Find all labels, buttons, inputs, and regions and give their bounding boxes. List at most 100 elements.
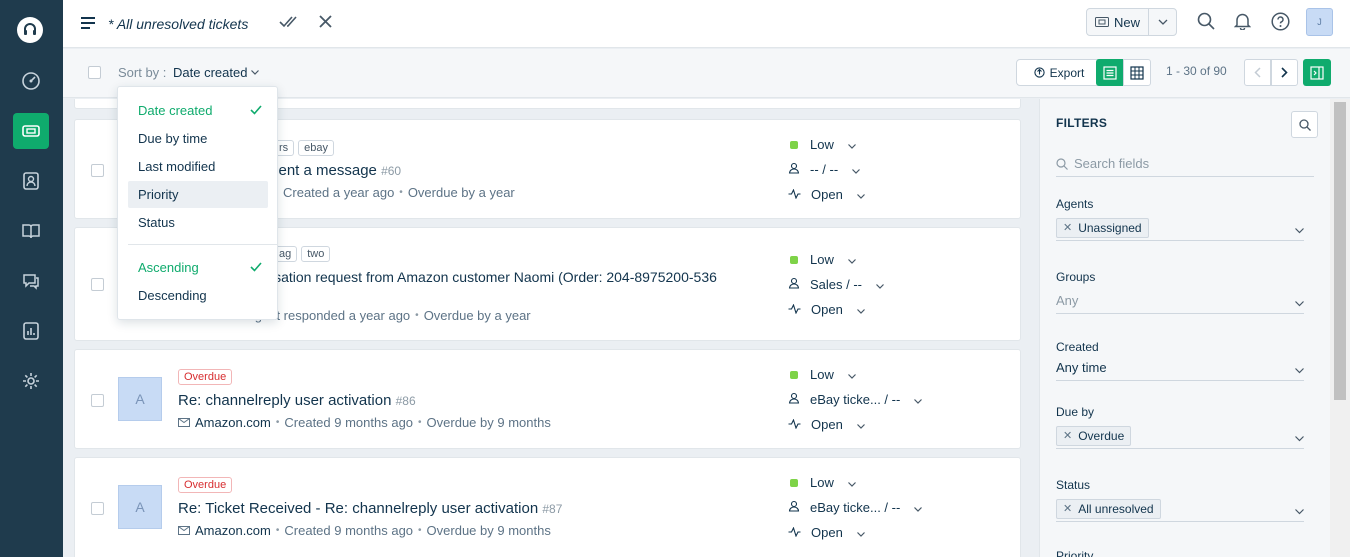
sort-option-date-created[interactable]: Date created (128, 97, 268, 124)
ticket-tag[interactable]: two (301, 246, 331, 262)
ticket-checkbox[interactable] (91, 502, 104, 515)
status-dropdown[interactable]: Open (788, 520, 922, 545)
dueby-filter[interactable]: ✕ Overdue (1056, 423, 1304, 449)
ticket-subject-text: Re: Ticket Received - Re: channelreply u… (178, 500, 539, 517)
sort-dropdown[interactable]: Date created (173, 65, 260, 80)
status-filter[interactable]: ✕ All unresolved (1056, 496, 1304, 522)
ticket-number: #87 (542, 502, 563, 516)
search-icon (1056, 157, 1068, 170)
prev-page-button[interactable] (1244, 59, 1271, 86)
remove-icon[interactable]: ✕ (1063, 429, 1072, 442)
chevron-down-icon[interactable] (1149, 19, 1176, 25)
ticket-card[interactable]: A Overdue Re: Ticket Received - Re: chan… (74, 457, 1021, 557)
status-dropdown[interactable]: Open (788, 297, 884, 322)
pagination-text: 1 - 30 of 90 (1166, 64, 1227, 78)
menu-divider (128, 244, 278, 245)
dashboard-icon[interactable] (13, 63, 49, 99)
user-avatar[interactable]: J (1306, 8, 1333, 36)
forums-icon[interactable] (13, 263, 49, 299)
settings-icon[interactable] (13, 363, 49, 399)
chevron-down-icon (856, 417, 865, 432)
double-check-icon[interactable] (279, 15, 297, 32)
ticket-checkbox[interactable] (91, 164, 104, 177)
knowledge-base-icon[interactable] (13, 213, 49, 249)
priority-dropdown[interactable]: Low (788, 470, 922, 495)
chevron-down-icon (1295, 295, 1304, 310)
assignee-dropdown[interactable]: Sales / -- (788, 272, 884, 297)
status-chip-label: All unresolved (1078, 501, 1154, 516)
export-button[interactable]: Export (1016, 59, 1102, 86)
sort-option-last-modified[interactable]: Last modified (128, 153, 268, 180)
remove-icon[interactable]: ✕ (1063, 221, 1072, 234)
ticket-number: #60 (381, 164, 402, 178)
card-view-button[interactable] (1096, 59, 1124, 86)
priority-dropdown[interactable]: Low (788, 132, 865, 157)
sort-menu: Date created Due by time Last modified P… (117, 86, 278, 320)
top-header: * All unresolved tickets New J (63, 0, 1350, 48)
next-page-button[interactable] (1271, 59, 1298, 86)
ticket-card[interactable]: A Overdue Re: channelreply user activati… (74, 349, 1021, 449)
menu-icon[interactable] (81, 16, 97, 33)
table-view-button[interactable] (1123, 59, 1151, 86)
sort-order-descending[interactable]: Descending (128, 282, 268, 309)
agents-chip[interactable]: ✕ Unassigned (1056, 217, 1149, 238)
freshdesk-logo-icon[interactable] (17, 17, 43, 43)
sort-order-ascending[interactable]: Ascending (128, 254, 268, 281)
priority-dropdown[interactable]: Low (788, 362, 922, 387)
groups-value: Any (1056, 293, 1079, 308)
ticket-subject[interactable]: Re: Ticket Received - Re: channelreply u… (178, 500, 562, 517)
sort-option-due-by-time[interactable]: Due by time (128, 125, 268, 152)
view-title[interactable]: * All unresolved tickets (108, 16, 248, 32)
requester-avatar[interactable]: A (118, 485, 162, 529)
ticket-meta: Amazon.com • Created 9 months ago • Over… (178, 523, 551, 538)
notification-bell-icon[interactable] (1233, 12, 1252, 33)
status-icon (788, 417, 801, 432)
toggle-filter-panel-button[interactable] (1303, 59, 1331, 86)
status-label: Status (1056, 478, 1091, 492)
ticket-subject[interactable]: Re: channelreply user activation #86 (178, 392, 416, 409)
mail-icon (178, 523, 190, 538)
select-all-checkbox[interactable] (88, 66, 101, 79)
reports-icon[interactable] (13, 313, 49, 349)
sort-option-priority[interactable]: Priority (128, 181, 268, 208)
overdue-badge: Overdue (178, 477, 233, 493)
assignee-dropdown[interactable]: eBay ticke... / -- (788, 387, 923, 412)
search-fields-input[interactable]: Search fields (1056, 151, 1314, 177)
requester-avatar[interactable]: A (118, 377, 162, 421)
agents-filter[interactable]: ✕ Unassigned (1056, 215, 1304, 241)
agent-icon (788, 162, 800, 177)
scrollbar-thumb[interactable] (1334, 102, 1346, 400)
sort-option-label: Date created (138, 103, 213, 118)
assignee-value: Sales / -- (810, 277, 863, 292)
status-chip[interactable]: ✕ All unresolved (1056, 498, 1161, 519)
dueby-chip[interactable]: ✕ Overdue (1056, 425, 1132, 446)
new-button[interactable]: New (1086, 8, 1177, 36)
contacts-icon[interactable] (13, 163, 49, 199)
help-icon[interactable] (1271, 12, 1290, 34)
sort-option-status[interactable]: Status (128, 209, 268, 236)
priority-dropdown[interactable]: Low (788, 247, 884, 272)
remove-icon[interactable]: ✕ (1063, 502, 1072, 515)
search-icon[interactable] (1197, 12, 1215, 33)
chevron-right-icon (1281, 67, 1288, 78)
ticket-subject[interactable]: sent a message #60 (271, 162, 401, 179)
assignee-value: -- / -- (810, 162, 839, 177)
panel-collapse-icon (1310, 65, 1324, 80)
ticket-requester[interactable]: Amazon.com (195, 523, 271, 538)
ticket-checkbox[interactable] (91, 278, 104, 291)
ticket-tag[interactable]: ebay (298, 140, 335, 156)
search-icon (1298, 118, 1311, 131)
ticket-requester[interactable]: Amazon.com (195, 415, 271, 430)
ticket-subject[interactable]: isation request from Amazon customer Nao… (271, 269, 717, 285)
ticket-checkbox[interactable] (91, 394, 104, 407)
status-dropdown[interactable]: Open (788, 412, 922, 437)
check-icon (250, 260, 262, 275)
assignee-dropdown[interactable]: eBay ticke... / -- (788, 495, 923, 520)
filter-search-button[interactable] (1291, 111, 1318, 138)
tickets-icon[interactable] (13, 113, 49, 149)
groups-filter[interactable]: Any (1056, 288, 1304, 314)
status-dropdown[interactable]: Open (788, 182, 865, 207)
close-icon[interactable] (319, 15, 332, 31)
created-filter[interactable]: Any time (1056, 355, 1304, 381)
assignee-dropdown[interactable]: -- / -- (788, 157, 865, 182)
